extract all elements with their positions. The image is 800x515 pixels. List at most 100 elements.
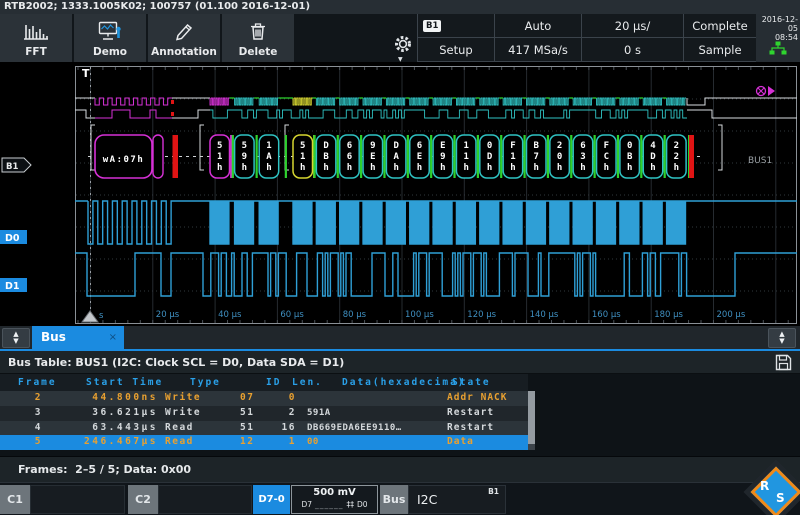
tab-scroll-up-down-left[interactable]: ▲ ▼ — [2, 328, 30, 348]
cell-data: 591A — [307, 407, 331, 418]
cell-state: Addr NACK — [447, 392, 508, 403]
ack-bar — [231, 135, 234, 178]
ack-bar — [663, 135, 666, 178]
channel-bar: C1 C2 D7-0 500 mV D7 ______ ‡‡ D0 Bus I2C B… — [0, 482, 800, 515]
svg-text:51h: 51h — [217, 141, 222, 173]
cell-frame: 3 — [34, 406, 42, 418]
decode-address-bubble: wA:07h — [94, 134, 153, 179]
column-header: Start Time — [86, 377, 164, 388]
waveform-display[interactable]: T wA:07h 5 1 h 5 9 h 1 Ah 5 1 h D Bh 6 6 h 9 Eh D Ah 6 Eh E 9 h 1 1… — [0, 62, 800, 326]
b1-bus-marker[interactable]: B1 — [1, 157, 32, 173]
channel-c1-button[interactable]: C1 — [0, 485, 30, 514]
result-tab-bar: ▲ ▼ Bus × ▲ ▼ — [0, 326, 800, 351]
ack-bar — [570, 135, 573, 178]
channel-c2-slot[interactable] — [158, 485, 252, 514]
date-text: 2016-12-05 — [761, 15, 798, 33]
column-header: ID — [266, 377, 282, 388]
d1-channel-label[interactable]: D1 — [0, 278, 27, 292]
reference-marker-icon[interactable] — [755, 85, 776, 97]
status-cell-h-position[interactable]: 0 s — [582, 38, 684, 62]
bus-table-row[interactable]: 3 36.621µs Write 51 2 591A Restart — [0, 405, 528, 421]
axis-zero-label: s — [99, 311, 104, 321]
bus-table-row[interactable]: 4 63.443µs Read 51 16 DB669EDA6EE9110… Restart — [0, 420, 528, 436]
table-scrollbar[interactable] — [528, 391, 535, 450]
bus-b1-tag: B1 — [488, 487, 499, 496]
rohde-schwarz-logo: R S — [743, 459, 800, 515]
ack-bar — [593, 135, 596, 178]
column-header: Frame — [18, 377, 57, 388]
frames-status-bar: Frames: 2–5 / 5; Data: 0x00 — [0, 456, 800, 482]
status-cell-acq-type[interactable]: Sample — [684, 38, 757, 62]
ack-bar — [500, 135, 503, 178]
bus1-trace-label: BUS1 — [748, 156, 772, 166]
time-reference-triangle[interactable] — [81, 310, 99, 323]
digital-scale-value: 500 mV — [313, 487, 356, 498]
cell-len: 1 — [288, 436, 296, 448]
d0-label: D0 — [357, 500, 368, 509]
demo-button[interactable]: Demo — [74, 14, 146, 62]
window-title: RTB2002; 1333.1005K02; 100757 (01.100 20… — [0, 0, 800, 14]
trash-icon — [245, 20, 271, 42]
down-arrow-icon: ▼ — [13, 337, 19, 345]
decode-byte-bubble: DAh — [385, 134, 407, 179]
pencil-icon — [171, 20, 197, 42]
cell-type: Write — [165, 392, 202, 403]
decode-byte-bubble: 59h — [233, 134, 255, 179]
ack-bar — [406, 135, 409, 178]
annotation-button[interactable]: Annotation — [148, 14, 220, 62]
status-cell-timebase[interactable]: 20 µs/ — [582, 14, 684, 38]
network-icon — [769, 41, 787, 56]
svg-text:DAh: DAh — [393, 141, 399, 173]
svg-text:11h: 11h — [463, 141, 468, 173]
delete-button-label: Delete — [238, 46, 278, 58]
column-header: Data(hexadecima) — [342, 377, 466, 388]
d0-trace — [75, 200, 797, 245]
decode-byte-bubble: 20h — [549, 134, 571, 179]
bus-table-row[interactable]: 2 44.800ns Write 07 0 Addr NACK — [0, 391, 528, 406]
column-header: Type — [190, 377, 221, 388]
fft-button[interactable]: FFT — [0, 14, 72, 62]
nack-bar — [172, 135, 178, 178]
d0-channel-label[interactable]: D0 — [0, 230, 27, 244]
status-cell-setup[interactable]: Setup — [418, 38, 495, 62]
digital-d70-button[interactable]: D7-0 — [253, 485, 290, 514]
ack-bar — [616, 135, 620, 178]
status-cell-acq-mode[interactable]: Auto — [495, 14, 582, 38]
delete-button[interactable]: Delete — [222, 14, 294, 62]
time-axis-label: 100 µs — [405, 310, 434, 320]
channel-c2-button[interactable]: C2 — [128, 485, 158, 514]
decode-byte-bubble: E9h — [432, 134, 454, 179]
cell-id: 51 — [240, 421, 255, 433]
status-cell-acq-state[interactable]: Complete — [684, 14, 757, 38]
ack-bar — [284, 135, 287, 178]
tab-scroll-up-down-right[interactable]: ▲ ▼ — [768, 328, 796, 348]
fft-button-label: FFT — [25, 46, 47, 58]
bus-button[interactable]: Bus — [380, 485, 408, 514]
svg-text:D1: D1 — [5, 281, 20, 292]
tab-close-icon[interactable]: × — [109, 326, 117, 349]
ack-bar — [476, 135, 479, 178]
svg-text:63h: 63h — [580, 141, 585, 173]
trigger-marker-label[interactable]: T — [82, 67, 90, 80]
channel-c1-slot[interactable] — [30, 485, 125, 514]
settings-gear-button[interactable] — [392, 33, 414, 55]
cell-id: 12 — [240, 436, 255, 448]
cell-type: Read — [165, 421, 194, 433]
bus-table-row[interactable]: 5 246.467µs Read 12 1 00 Data — [0, 435, 528, 450]
status-cell-bus[interactable]: B1 — [418, 14, 495, 38]
decode-byte-bubble: 4Dh — [642, 134, 664, 179]
status-cell-sample-rate[interactable]: 417 MSa/s — [495, 38, 582, 62]
bus-protocol-panel[interactable]: I2C B1 — [408, 485, 506, 514]
table-scrollbar-thumb[interactable] — [528, 391, 535, 444]
decode-bubbles: wA:07h 5 1 h 5 9 h 1 Ah 5 1 h D Bh 6 6 h 9 Eh D Ah 6 Eh E 9 h 1 1 h 0… — [88, 124, 723, 179]
decode-collapsed-bubble — [152, 134, 164, 179]
svg-text:51h: 51h — [300, 141, 305, 173]
svg-text:D0: D0 — [5, 233, 20, 244]
tab-bus[interactable]: Bus × — [32, 326, 124, 349]
cell-state: Data — [447, 436, 474, 448]
datetime-panel[interactable]: 2016-12-05 08:54 — [756, 14, 800, 62]
svg-text:66h: 66h — [347, 141, 352, 173]
digital-channel-panel[interactable]: 500 mV D7 ______ ‡‡ D0 — [291, 485, 378, 514]
save-icon[interactable] — [775, 354, 792, 371]
gear-icon — [392, 33, 414, 55]
